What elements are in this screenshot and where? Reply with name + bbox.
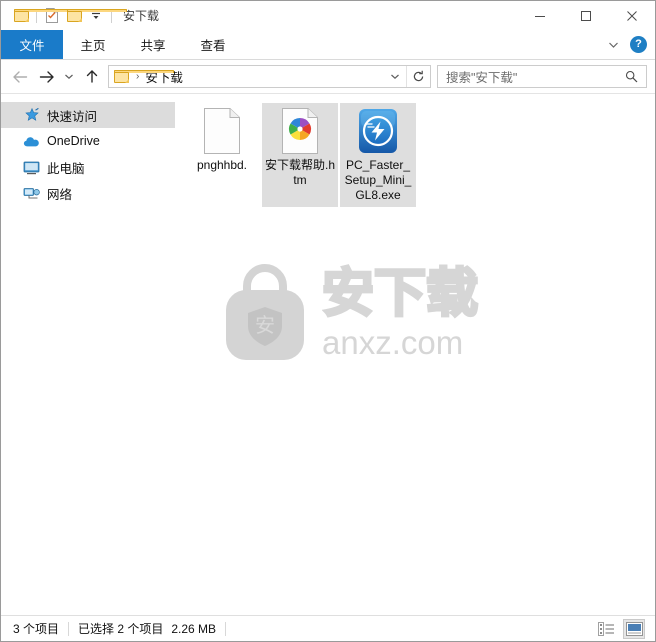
file-item[interactable]: pnghhbd. bbox=[184, 103, 260, 207]
sidebar-item-label: 快速访问 bbox=[47, 109, 98, 124]
file-item[interactable]: 安下载帮助.htm bbox=[262, 103, 338, 207]
watermark-brand-text: 安下载 bbox=[322, 264, 480, 325]
folder-icon[interactable] bbox=[10, 5, 74, 27]
properties-icon[interactable] bbox=[41, 5, 63, 27]
sidebar-item-network[interactable]: 网络 bbox=[1, 180, 175, 206]
file-explorer-window: 安下载 文件 主页 共享 查看 ? › 安下载 搜索"安下载" 快速访问 One… bbox=[0, 0, 656, 642]
svg-text:安: 安 bbox=[255, 314, 275, 337]
file-list-pane[interactable]: pnghhbd. 安下载帮助.htm PC_Faster_Setup_Mini_… bbox=[176, 94, 655, 615]
file-name: 安下载帮助.htm bbox=[264, 158, 335, 187]
back-button[interactable] bbox=[7, 64, 33, 90]
status-bar: 3 个项目 已选择 2 个项目 2.26 MB bbox=[1, 615, 655, 641]
caption-buttons bbox=[517, 1, 655, 30]
close-button[interactable] bbox=[609, 1, 655, 30]
maximize-button[interactable] bbox=[563, 1, 609, 30]
watermark-logo: 安 安下载 anxz.com bbox=[214, 262, 520, 364]
watermark-bag-icon: 安 bbox=[226, 264, 304, 360]
file-item[interactable]: PC_Faster_Setup_Mini_GL8.exe bbox=[340, 103, 416, 207]
search-icon[interactable] bbox=[625, 70, 646, 83]
html-pinwheel-icon bbox=[276, 107, 324, 155]
network-icon bbox=[23, 185, 40, 202]
large-icons-view-button[interactable] bbox=[623, 618, 645, 639]
new-folder-icon[interactable] bbox=[63, 5, 127, 27]
sidebar-item-label: 此电脑 bbox=[47, 161, 85, 176]
sidebar-item-this-pc[interactable]: 此电脑 bbox=[1, 154, 175, 180]
watermark-domain-text: anxz.com bbox=[322, 325, 463, 361]
file-grid: pnghhbd. 安下载帮助.htm PC_Faster_Setup_Mini_… bbox=[184, 103, 655, 207]
refresh-button[interactable] bbox=[406, 66, 430, 87]
status-divider bbox=[68, 621, 70, 636]
search-placeholder: 搜索"安下载" bbox=[446, 71, 518, 85]
sidebar-item-quick-access[interactable]: 快速访问 bbox=[1, 102, 175, 128]
cloud-icon bbox=[23, 133, 40, 150]
pin-star-icon bbox=[23, 107, 40, 124]
pc-faster-app-icon bbox=[354, 107, 402, 155]
address-bar: › 安下载 搜索"安下载" bbox=[1, 60, 655, 93]
tab-view[interactable]: 查看 bbox=[183, 30, 243, 59]
navigation-pane: 快速访问 OneDrive 此电脑 网络 bbox=[1, 94, 176, 615]
watermark-domain: anxz.com bbox=[322, 325, 463, 361]
minimize-button[interactable] bbox=[517, 1, 563, 30]
status-divider bbox=[225, 621, 227, 636]
watermark-brand: 安下载 bbox=[322, 265, 478, 323]
blank-document-icon bbox=[198, 107, 246, 155]
file-name: PC_Faster_Setup_Mini_GL8.exe bbox=[344, 158, 412, 202]
view-mode-buttons bbox=[595, 618, 655, 639]
forward-button[interactable] bbox=[33, 64, 59, 90]
file-name: pnghhbd. bbox=[196, 158, 248, 172]
sidebar-item-onedrive[interactable]: OneDrive bbox=[1, 128, 175, 154]
up-button[interactable] bbox=[79, 64, 105, 90]
quick-access-toolbar: 安下载 bbox=[1, 5, 159, 27]
recent-locations-chevron-down-icon[interactable] bbox=[59, 64, 79, 90]
tab-home[interactable]: 主页 bbox=[63, 30, 123, 59]
selection-count-label: 已选择 2 个项目 bbox=[78, 622, 164, 636]
breadcrumb-folder-icon bbox=[109, 70, 174, 83]
title-bar: 安下载 bbox=[1, 1, 655, 30]
tab-share[interactable]: 共享 bbox=[123, 30, 183, 59]
sidebar-item-label: OneDrive bbox=[47, 134, 100, 148]
chevron-down-icon[interactable] bbox=[85, 5, 107, 27]
ribbon-right-controls: ? bbox=[604, 30, 655, 59]
help-button[interactable]: ? bbox=[630, 36, 647, 53]
selection-size-label: 2.26 MB bbox=[171, 621, 217, 636]
sidebar-item-label: 网络 bbox=[47, 187, 73, 202]
item-count-label: 3 个项目 bbox=[13, 622, 60, 636]
search-input[interactable]: 搜索"安下载" bbox=[437, 65, 647, 88]
address-dropdown-chevron-down-icon[interactable] bbox=[384, 66, 406, 87]
breadcrumb[interactable]: › 安下载 bbox=[108, 65, 431, 88]
window-title: 安下载 bbox=[123, 9, 160, 23]
expand-ribbon-chevron-down-icon[interactable] bbox=[604, 36, 622, 54]
details-view-button[interactable] bbox=[595, 619, 617, 639]
tab-file[interactable]: 文件 bbox=[1, 30, 63, 59]
monitor-icon bbox=[23, 159, 40, 176]
ribbon-tab-strip: 文件 主页 共享 查看 ? bbox=[1, 30, 655, 60]
explorer-body: 快速访问 OneDrive 此电脑 网络 pnghhbd. 安下载帮助.htm … bbox=[1, 93, 655, 615]
